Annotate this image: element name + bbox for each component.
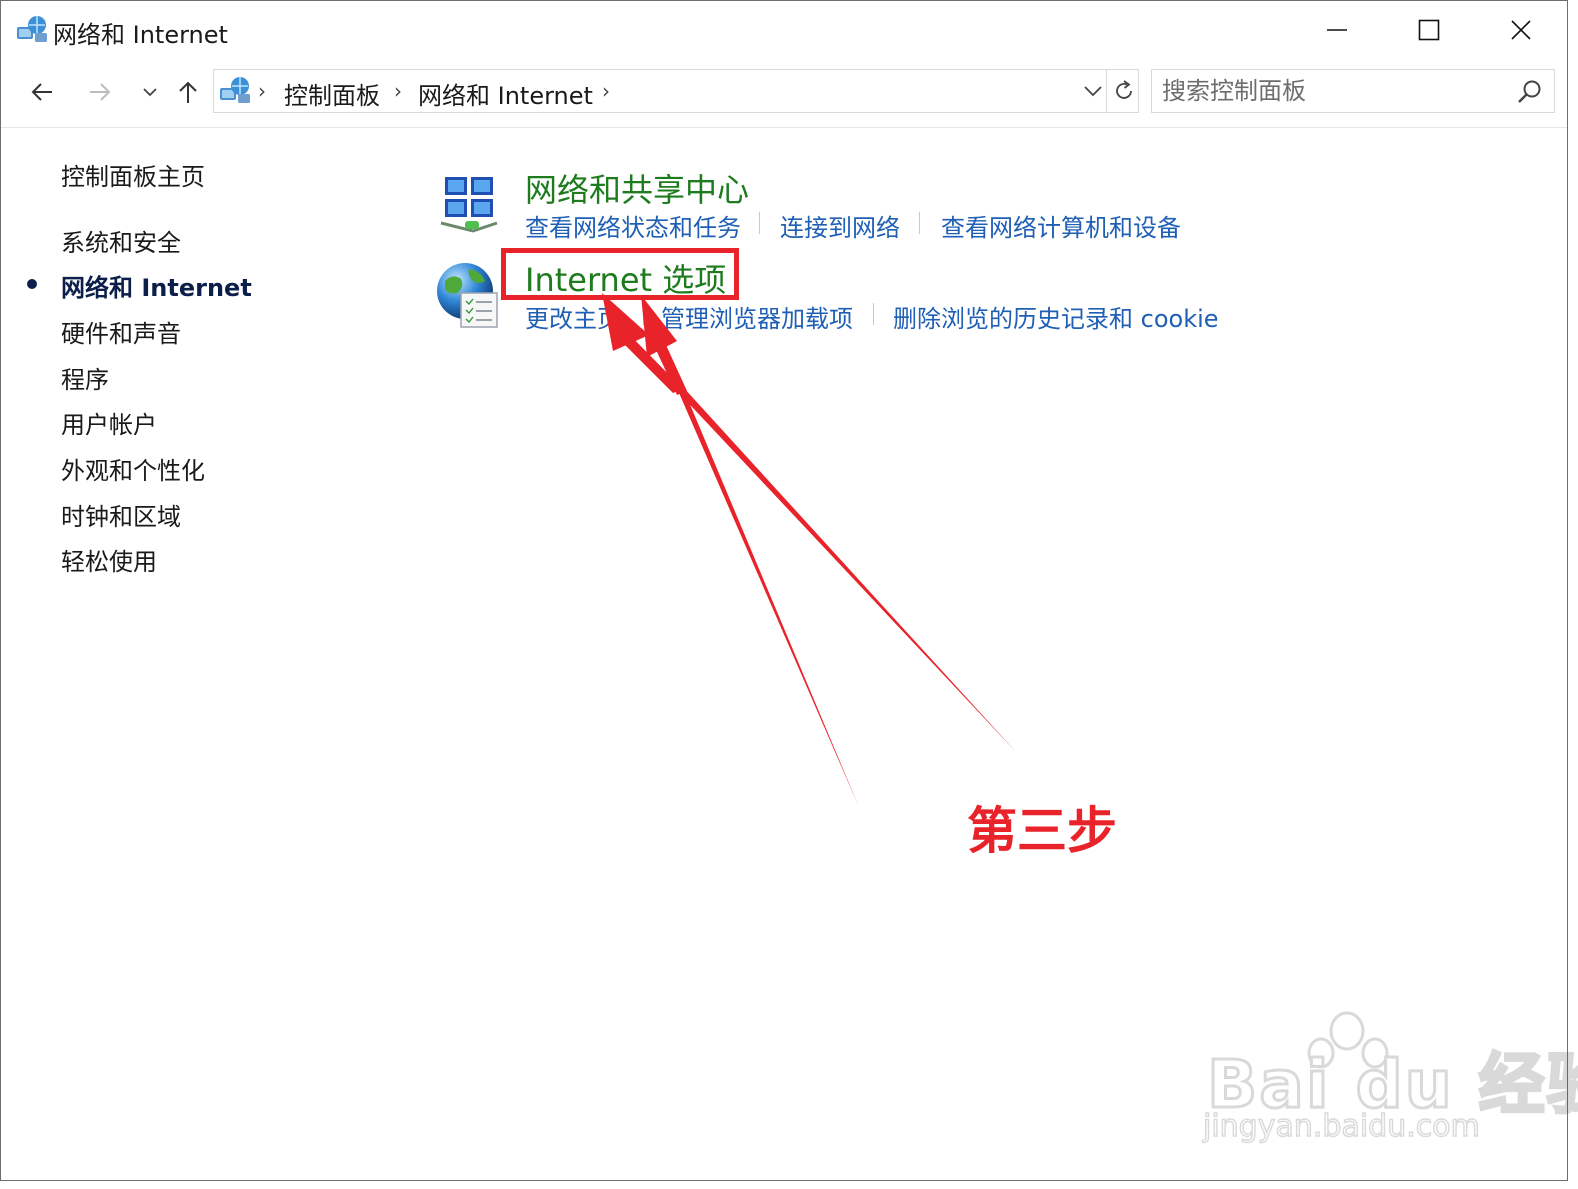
up-button[interactable]: [171, 75, 205, 109]
annotation-step-label: 第三步: [967, 802, 1117, 860]
task-view-network-status[interactable]: 查看网络状态和任务: [525, 208, 741, 243]
refresh-icon: [1115, 80, 1132, 99]
annotation-arrow-2: [641, 295, 1017, 753]
forward-arrow-icon: [90, 83, 111, 101]
task-separator: [643, 303, 644, 325]
search-box[interactable]: [1151, 69, 1555, 113]
window-title: 网络和 Internet: [53, 21, 228, 49]
sidebar-item-network-internet[interactable]: 网络和 Internet: [61, 268, 252, 303]
breadcrumb-network-internet[interactable]: 网络和 Internet: [418, 76, 593, 111]
task-separator: [919, 212, 920, 234]
close-icon: [1511, 20, 1531, 40]
task-manage-browser-addons[interactable]: 管理浏览器加载项: [661, 299, 853, 334]
control-panel-window: 网络和 Internet › 控制面板 › 网络和 Internet › 搜索控…: [0, 0, 1578, 1181]
search-icon[interactable]: [1516, 78, 1544, 106]
sidebar-item-clock-region[interactable]: 时钟和区域: [61, 497, 181, 532]
minimize-icon: [1327, 29, 1347, 31]
chevron-down-icon: [143, 88, 157, 97]
search-input[interactable]: [1162, 74, 1502, 108]
control-panel-network-icon: [220, 77, 250, 103]
annotation-highlight-box: [501, 248, 739, 300]
maximize-button[interactable]: [1383, 1, 1475, 59]
task-separator: [759, 212, 760, 234]
breadcrumb-separator-icon[interactable]: ›: [394, 79, 402, 103]
title-bar[interactable]: 网络和 Internet: [1, 1, 1567, 59]
address-dropdown-icon[interactable]: [1080, 78, 1106, 104]
watermark-url: jingyan.baidu.com: [1202, 1108, 1480, 1144]
maximize-icon: [1418, 19, 1440, 41]
task-separator: [873, 303, 874, 325]
sidebar-item-programs[interactable]: 程序: [61, 360, 109, 395]
internet-options-globe-icon[interactable]: [435, 259, 499, 331]
close-button[interactable]: [1475, 1, 1567, 59]
task-delete-browsing-history[interactable]: 删除浏览的历史记录和 cookie: [893, 299, 1219, 334]
minimize-button[interactable]: [1291, 1, 1383, 59]
breadcrumb-separator-icon[interactable]: ›: [258, 79, 266, 103]
task-connect-to-network[interactable]: 连接到网络: [780, 208, 900, 243]
address-bar[interactable]: › 控制面板 › 网络和 Internet ›: [213, 69, 1139, 113]
up-arrow-icon: [179, 81, 197, 103]
breadcrumb-separator-icon[interactable]: ›: [602, 79, 610, 103]
sidebar-item-hardware-sound[interactable]: 硬件和声音: [61, 314, 181, 349]
breadcrumb-control-panel[interactable]: 控制面板: [284, 76, 380, 111]
task-change-homepage[interactable]: 更改主页: [525, 299, 621, 334]
active-bullet-icon: [27, 279, 37, 289]
refresh-button[interactable]: [1106, 70, 1140, 112]
recent-locations-button[interactable]: [133, 75, 167, 109]
forward-button[interactable]: [83, 75, 117, 109]
sidebar-item-system-security[interactable]: 系统和安全: [61, 223, 181, 258]
annotation-arrow-1: [602, 293, 859, 807]
back-arrow-icon: [31, 83, 52, 101]
task-view-network-computers[interactable]: 查看网络计算机和设备: [941, 208, 1181, 243]
sidebar-item-control-panel-home[interactable]: 控制面板主页: [61, 157, 205, 192]
network-sharing-center-icon[interactable]: [437, 169, 501, 241]
sidebar-item-user-accounts[interactable]: 用户帐户: [61, 405, 157, 440]
baidu-watermark-logo: Bai du 经验 jingyan.baidu.com: [1197, 1011, 1578, 1161]
sidebar-item-appearance[interactable]: 外观和个性化: [61, 451, 205, 486]
category-network-sharing-center[interactable]: 网络和共享中心: [525, 165, 749, 211]
nav-divider: [1, 127, 1567, 128]
back-button[interactable]: [25, 75, 59, 109]
sidebar-item-ease-of-access[interactable]: 轻松使用: [61, 542, 157, 577]
navigation-bar: › 控制面板 › 网络和 Internet ›: [1, 67, 1567, 117]
control-panel-network-icon: [17, 16, 47, 42]
